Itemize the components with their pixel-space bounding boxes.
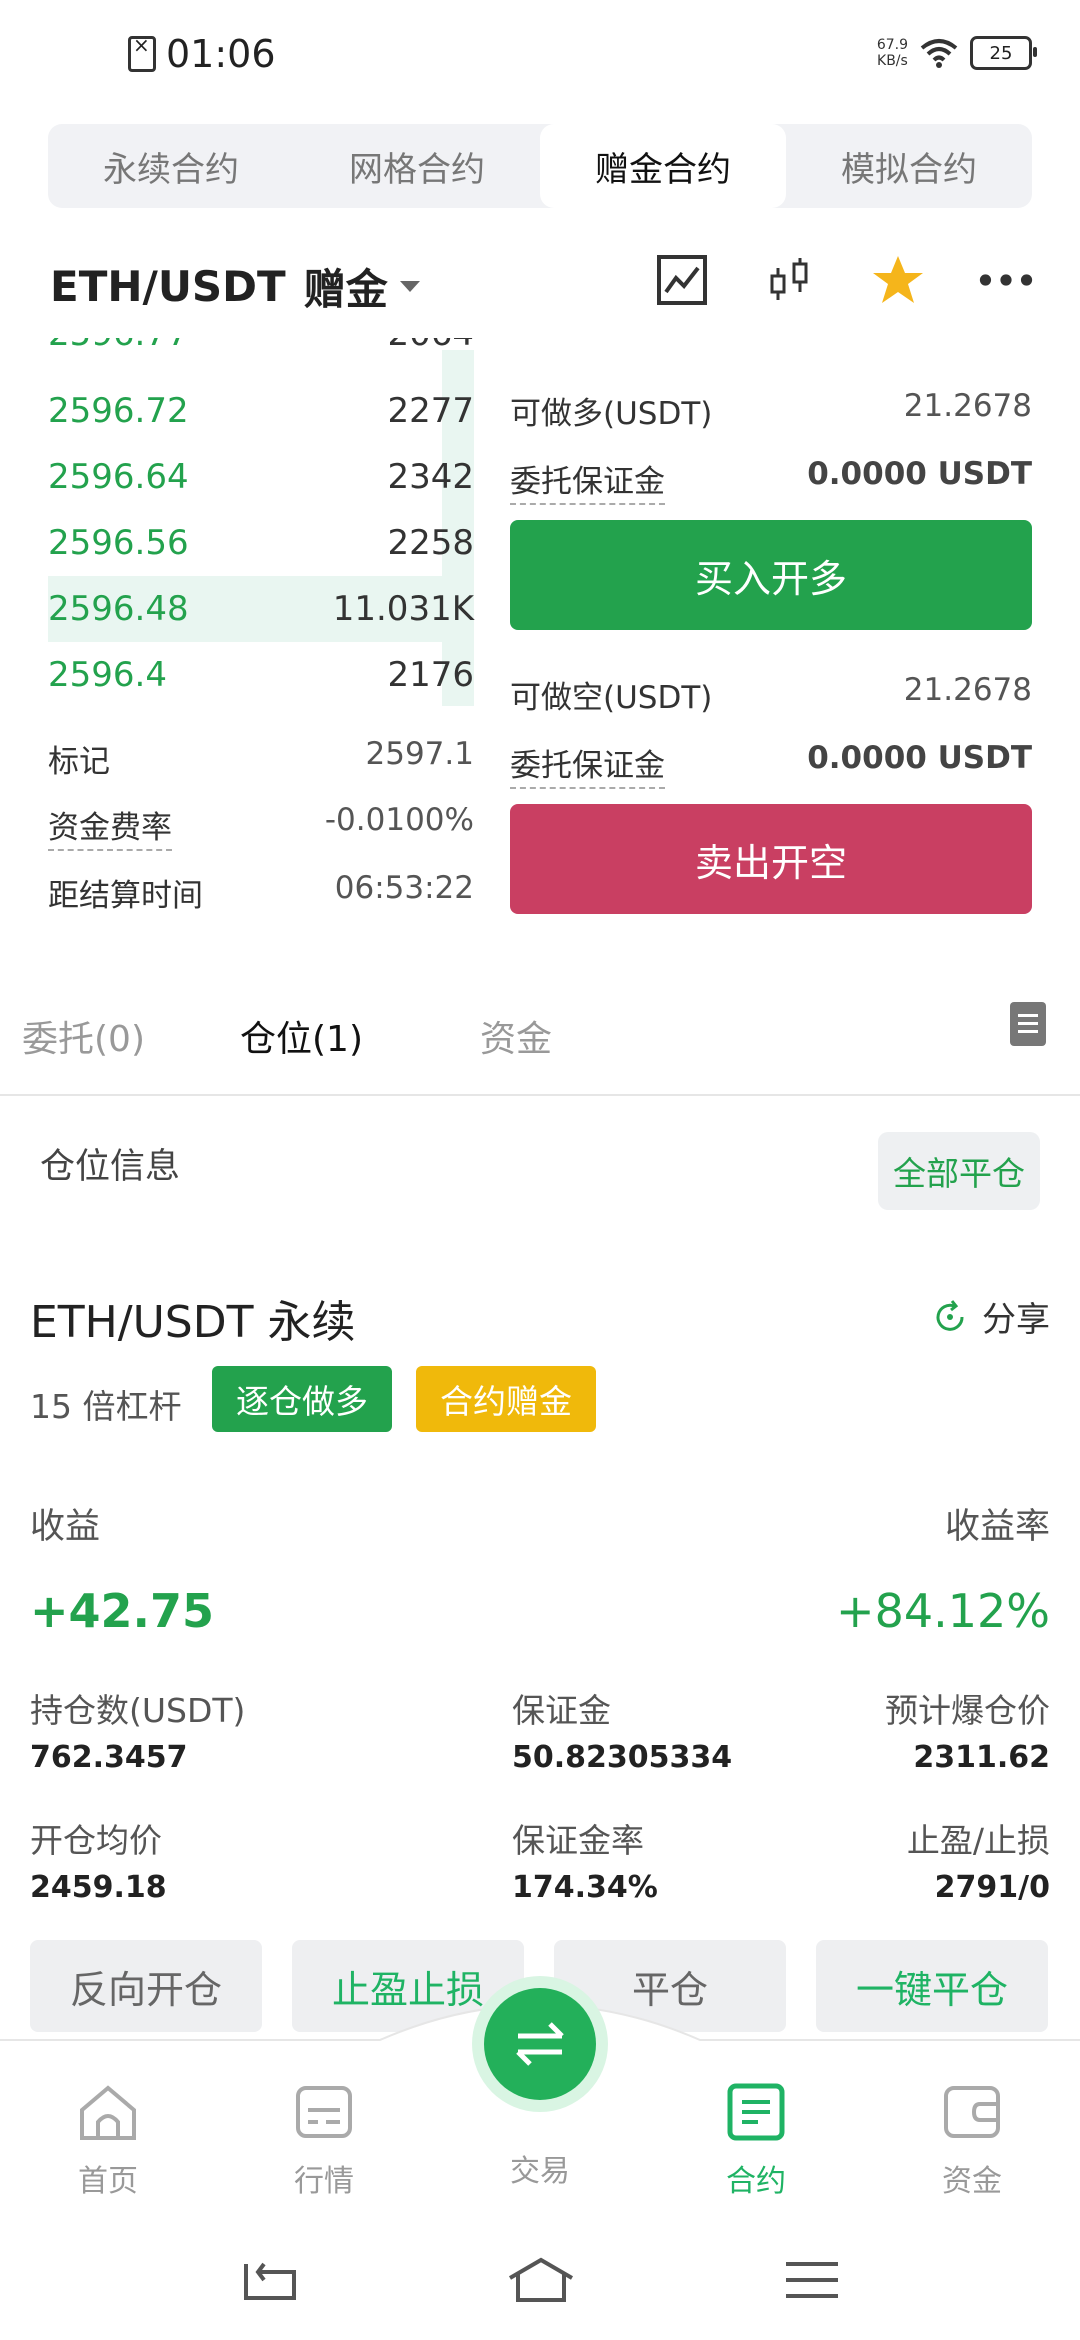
roe-label: 收益率 [944, 1507, 1050, 1547]
document-icon[interactable] [1010, 1002, 1046, 1046]
tab-orders[interactable]: 委托(0) [22, 1010, 145, 1062]
settlement-time-row: 距结算时间 06:53:22 [48, 870, 474, 914]
order-book-row[interactable]: 2596.4 2176 [48, 642, 474, 708]
swap-icon [484, 1988, 596, 2100]
pnl-value: +42.75 [30, 1584, 215, 1638]
margin-value: 50.82305334 [512, 1740, 733, 1775]
menu-icon[interactable] [782, 2256, 842, 2306]
contract-type-tabs: 永续合约 网格合约 赠金合约 模拟合约 [48, 124, 1032, 208]
margin-label: 保证金 [512, 1691, 611, 1730]
back-icon[interactable] [240, 2256, 300, 2306]
contract-icon [727, 2083, 785, 2141]
tpsl-value: 2791/0 [934, 1870, 1050, 1905]
tpsl-label: 止盈/止损 [906, 1821, 1050, 1860]
margin-ratio-value: 174.34% [512, 1870, 658, 1905]
pair-mode: 赠金 [303, 265, 388, 314]
margin-ratio-label: 保证金率 [512, 1821, 644, 1860]
chevron-down-icon [399, 281, 420, 292]
order-book-row[interactable]: 2596.72 2277 [48, 378, 474, 444]
pair-selector[interactable]: ETH/USDT 赠金 [50, 256, 420, 317]
nav-assets[interactable]: 资金 [912, 2080, 1032, 2200]
tab-demo[interactable]: 模拟合约 [786, 124, 1032, 208]
share-button[interactable]: 分享 [932, 1292, 1050, 1341]
net-speed: 67.9 KB/s [876, 37, 908, 69]
liq-price-label: 预计爆仓价 [885, 1691, 1050, 1730]
line-chart-icon[interactable] [654, 252, 710, 308]
mark-price-row: 标记 2597.1 [48, 736, 474, 780]
side-tag: 逐仓做多 [212, 1366, 392, 1432]
pnl-label: 收益 [30, 1507, 101, 1547]
position-name: ETH/USDT 永续 [30, 1297, 356, 1348]
nav-contract[interactable]: 合约 [696, 2080, 816, 2200]
funding-rate-row[interactable]: 资金费率 -0.0100% [48, 802, 474, 851]
more-icon[interactable] [978, 252, 1034, 308]
trade-fab[interactable] [472, 1976, 608, 2112]
refresh-icon [936, 1299, 964, 1331]
leverage-label: 15 倍杠杆 [30, 1387, 182, 1426]
status-right: 67.9 KB/s 25 [876, 36, 1037, 70]
roe-value: +84.12% [836, 1584, 1050, 1638]
battery-icon: 25 [970, 36, 1037, 70]
home-nav-icon[interactable] [506, 2256, 576, 2306]
size-label: 持仓数(USDT) [30, 1691, 246, 1730]
buy-long-button[interactable]: 买入开多 [510, 520, 1032, 630]
sell-short-button[interactable]: 卖出开空 [510, 804, 1032, 914]
status-bar: 01:06 67.9 KB/s 25 [0, 0, 1080, 120]
order-book-row[interactable]: 2596.64 2342 [48, 444, 474, 510]
system-nav-bar [0, 2240, 1080, 2340]
tab-assets[interactable]: 资金 [480, 1010, 552, 1062]
home-icon [80, 2085, 136, 2140]
long-margin-row: 委托保证金 0.0000 USDT [510, 456, 1032, 505]
tab-perpetual[interactable]: 永续合约 [48, 124, 294, 208]
status-time: 01:06 [128, 32, 276, 76]
long-available-row: 可做多(USDT) 21.2678 [510, 388, 1032, 432]
bonus-tag: 合约赠金 [416, 1366, 596, 1432]
pair-name: ETH/USDT [50, 262, 286, 311]
short-margin-row: 委托保证金 0.0000 USDT [510, 740, 1032, 789]
nav-home[interactable]: 首页 [48, 2080, 168, 2200]
order-book-partial-row: 2596.77 2064 [48, 338, 474, 366]
order-book-row[interactable]: 2596.56 2258 [48, 510, 474, 576]
tab-positions[interactable]: 仓位(1) [240, 1010, 363, 1062]
tab-grid[interactable]: 网格合约 [294, 124, 540, 208]
size-value: 762.3457 [30, 1740, 188, 1775]
close-all-button[interactable]: 全部平仓 [878, 1132, 1040, 1210]
tab-bonus[interactable]: 赠金合约 [540, 124, 786, 208]
wallet-icon [944, 2086, 1000, 2138]
divider [0, 1094, 1080, 1096]
order-book-row[interactable]: 2596.48 11.031K [48, 576, 474, 642]
entry-price-label: 开仓均价 [30, 1821, 162, 1860]
liq-price-value: 2311.62 [913, 1740, 1050, 1775]
market-icon [296, 2086, 352, 2138]
nav-market[interactable]: 行情 [264, 2080, 384, 2200]
wifi-icon [920, 39, 958, 68]
short-available-row: 可做空(USDT) 21.2678 [510, 672, 1032, 716]
entry-price-value: 2459.18 [30, 1870, 167, 1905]
header-actions [654, 252, 1034, 308]
star-icon[interactable] [870, 252, 926, 308]
nav-trade[interactable]: 交易 [480, 2146, 600, 2190]
sim-off-icon [128, 33, 156, 72]
position-info-title: 仓位信息 [40, 1147, 181, 1187]
candlestick-icon[interactable] [762, 252, 818, 308]
